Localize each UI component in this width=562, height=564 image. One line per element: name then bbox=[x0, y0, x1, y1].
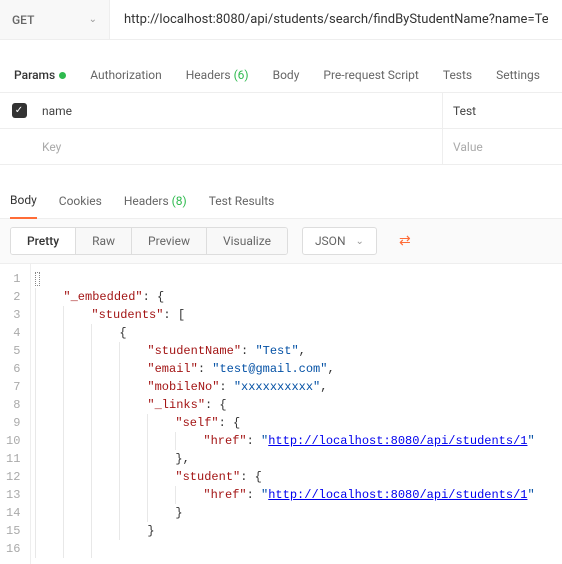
resp-tab-test-results[interactable]: Test Results bbox=[209, 184, 275, 218]
wrap-lines-button[interactable]: ⇄ bbox=[391, 227, 419, 255]
request-tabs: Params Authorization Headers (6) Body Pr… bbox=[0, 58, 562, 93]
param-checkbox[interactable]: ✓ bbox=[12, 103, 27, 118]
tab-headers[interactable]: Headers (6) bbox=[186, 58, 249, 92]
http-method-select[interactable]: GET ⌄ bbox=[0, 0, 110, 39]
param-key[interactable]: name bbox=[38, 104, 442, 118]
http-method-label: GET bbox=[12, 13, 34, 27]
tab-tests[interactable]: Tests bbox=[443, 58, 472, 92]
view-pretty[interactable]: Pretty bbox=[11, 228, 76, 254]
tab-authorization[interactable]: Authorization bbox=[90, 58, 162, 92]
params-active-dot-icon bbox=[59, 72, 66, 79]
tab-settings[interactable]: Settings bbox=[496, 58, 540, 92]
param-row-empty[interactable]: Key Value bbox=[0, 129, 562, 165]
tab-prerequest[interactable]: Pre-request Script bbox=[323, 58, 418, 92]
param-value[interactable]: Test bbox=[442, 93, 562, 128]
code-content: "_embedded": { "students": [ { "studentN… bbox=[31, 264, 562, 564]
url-input[interactable] bbox=[124, 12, 548, 27]
params-table: ✓ name Test Key Value bbox=[0, 93, 562, 165]
view-preview[interactable]: Preview bbox=[132, 228, 207, 254]
resp-tab-headers[interactable]: Headers (8) bbox=[124, 184, 187, 218]
resp-tab-cookies[interactable]: Cookies bbox=[59, 184, 102, 218]
param-value-placeholder[interactable]: Value bbox=[442, 129, 562, 164]
chevron-down-icon: ⌄ bbox=[89, 14, 97, 25]
response-body[interactable]: 12345678910111213141516 "_embedded": { "… bbox=[0, 264, 562, 564]
tab-params[interactable]: Params bbox=[14, 58, 66, 92]
response-tabs: Body Cookies Headers (8) Test Results bbox=[0, 183, 562, 219]
tab-body[interactable]: Body bbox=[273, 58, 300, 92]
param-row[interactable]: ✓ name Test bbox=[0, 93, 562, 129]
chevron-down-icon: ⌄ bbox=[356, 236, 364, 247]
param-key-placeholder[interactable]: Key bbox=[38, 140, 442, 154]
response-type-select[interactable]: JSON ⌄ bbox=[302, 227, 377, 255]
response-view-controls: Pretty Raw Preview Visualize JSON ⌄ ⇄ bbox=[0, 219, 562, 264]
wrap-icon: ⇄ bbox=[399, 233, 411, 249]
line-gutter: 12345678910111213141516 bbox=[0, 264, 31, 564]
view-raw[interactable]: Raw bbox=[76, 228, 132, 254]
view-visualize[interactable]: Visualize bbox=[207, 228, 287, 254]
resp-tab-body[interactable]: Body bbox=[10, 183, 37, 219]
